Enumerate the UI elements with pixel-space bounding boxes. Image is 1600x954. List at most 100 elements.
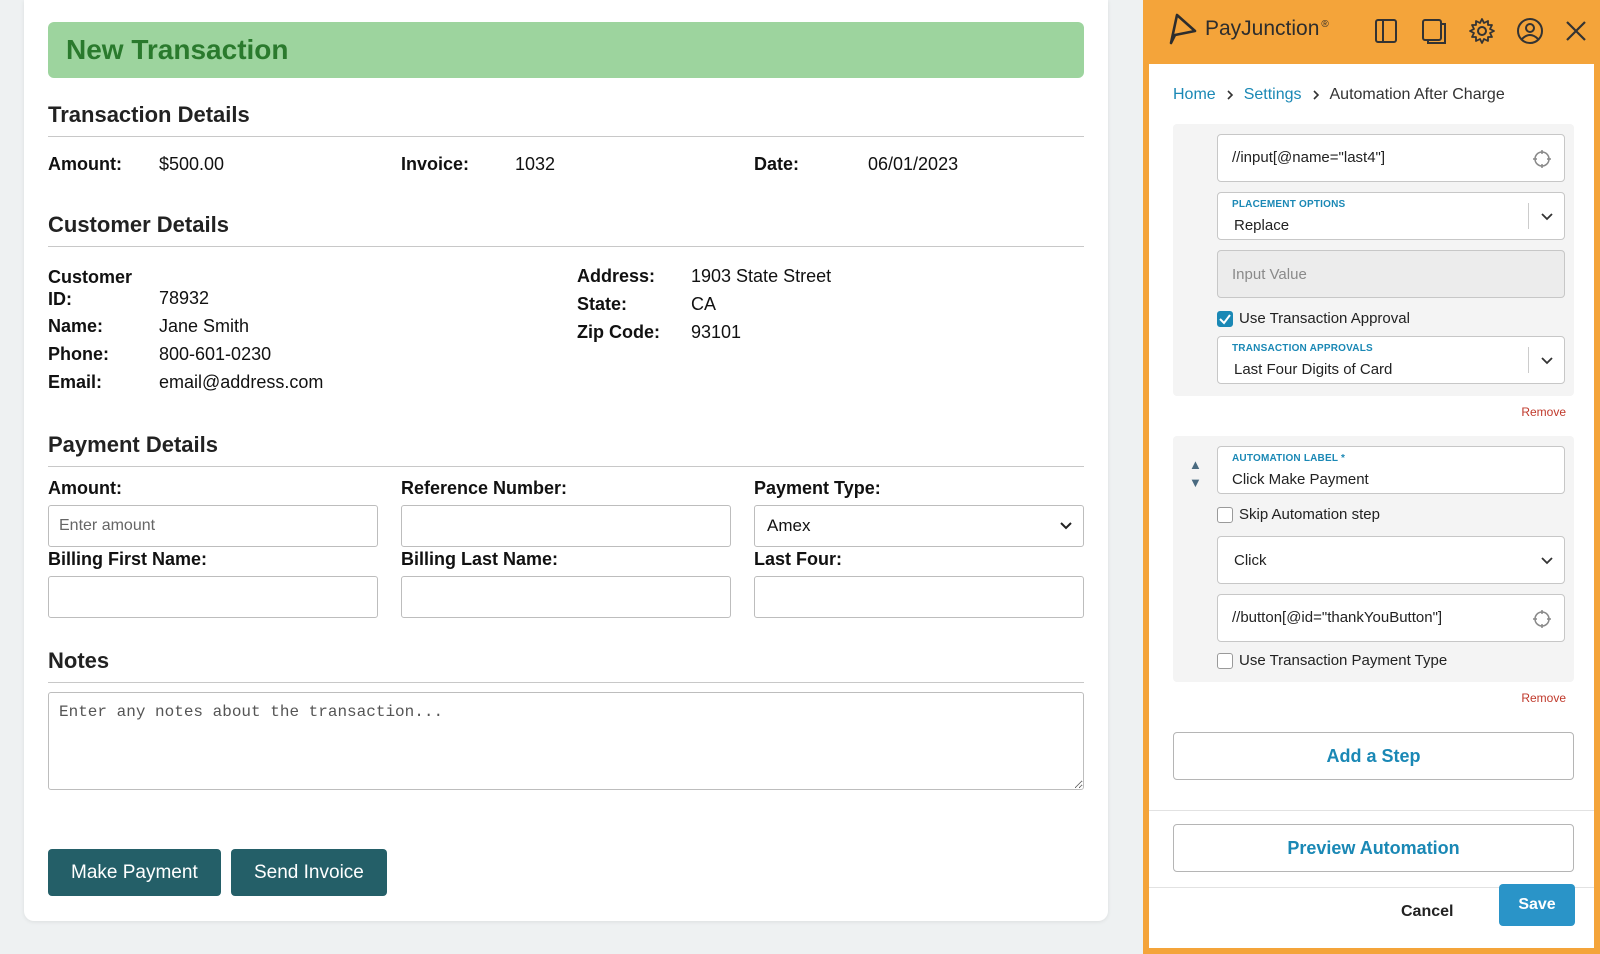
xpath-value: //button[@id="thankYouButton"] (1232, 609, 1443, 626)
automation-step: ▲ ▼ AUTOMATION LABEL * Click Make Paymen… (1173, 436, 1574, 682)
breadcrumb-home[interactable]: Home (1173, 86, 1216, 104)
automation-steps-list: //input[@name="last4"] PLACEMENT OPTIONS… (1149, 124, 1594, 804)
brand-name: PayJunction (1205, 17, 1320, 40)
billing-first-name-label: Billing First Name: (48, 549, 208, 569)
move-up-icon[interactable]: ▲ (1189, 456, 1202, 474)
reference-number-input[interactable] (401, 505, 731, 547)
notes-heading: Notes (48, 648, 1084, 683)
breadcrumb-current: Automation After Charge (1329, 86, 1505, 103)
notes-textarea[interactable] (48, 692, 1084, 790)
user-icon[interactable] (1515, 16, 1545, 46)
chevron-right-icon (1312, 90, 1319, 100)
automation-label-input[interactable]: AUTOMATION LABEL * Click Make Payment (1217, 446, 1565, 494)
brand-logo: PayJunction ® (1165, 11, 1329, 47)
transaction-approvals-value: Last Four Digits of Card (1234, 361, 1393, 378)
transaction-details-heading: Transaction Details (48, 102, 1084, 137)
select-divider (1528, 347, 1529, 373)
page-title: New Transaction (66, 34, 289, 65)
breadcrumb: Home Settings Automation After Charge (1173, 86, 1505, 104)
zip-code-value: 93101 (691, 322, 742, 342)
panel-topbar: PayJunction ® (1149, 0, 1594, 64)
input-value-placeholder: Input Value (1232, 266, 1307, 283)
send-invoice-button[interactable]: Send Invoice (231, 849, 387, 896)
popout-icon[interactable] (1419, 16, 1449, 46)
input-value-field[interactable]: Input Value (1217, 250, 1565, 298)
xpath-input[interactable]: //button[@id="thankYouButton"] (1217, 594, 1565, 642)
skip-automation-toggle[interactable]: Skip Automation step (1217, 506, 1380, 523)
address-label: Address: (577, 266, 656, 286)
payment-details-heading: Payment Details (48, 432, 1084, 467)
make-payment-button[interactable]: Make Payment (48, 849, 221, 896)
move-down-icon[interactable]: ▼ (1189, 474, 1202, 492)
email-label: Email: (48, 372, 103, 392)
automation-label-value: Click Make Payment (1232, 471, 1369, 488)
name-label: Name: (48, 316, 104, 336)
last-four-label: Last Four: (754, 549, 842, 569)
remove-step-link[interactable]: Remove (1521, 405, 1566, 419)
last-four-input[interactable] (754, 576, 1084, 618)
use-payment-type-label: Use Transaction Payment Type (1239, 652, 1448, 669)
preview-automation-button[interactable]: Preview Automation (1173, 824, 1574, 872)
transaction-approvals-select[interactable]: TRANSACTION APPROVALS Last Four Digits o… (1217, 336, 1565, 384)
payment-amount-input[interactable] (48, 505, 378, 547)
payment-type-select[interactable]: Amex (754, 505, 1084, 547)
invoice-label: Invoice: (401, 154, 470, 174)
xpath-input[interactable]: //input[@name="last4"] (1217, 134, 1565, 182)
cancel-button[interactable]: Cancel (1401, 903, 1453, 921)
close-icon[interactable] (1561, 16, 1591, 46)
billing-last-name-label: Billing Last Name: (401, 549, 559, 569)
placement-options-select[interactable]: PLACEMENT OPTIONS Replace (1217, 192, 1565, 240)
billing-first-name-input[interactable] (48, 576, 378, 618)
remove-step-link[interactable]: Remove (1521, 691, 1566, 705)
automation-panel: PayJunction ® Home Settings Automation Af… (1143, 0, 1600, 954)
use-transaction-approval-toggle[interactable]: Use Transaction Approval (1217, 310, 1410, 327)
date-value: 06/01/2023 (868, 154, 959, 174)
email-value: email@address.com (159, 372, 324, 392)
chevron-down-icon (1541, 213, 1553, 221)
chevron-down-icon (1541, 357, 1553, 365)
reorder-arrows: ▲ ▼ (1189, 456, 1202, 492)
payment-type-label: Payment Type: (754, 478, 881, 498)
zip-code-label: Zip Code: (577, 322, 660, 342)
skip-automation-label: Skip Automation step (1239, 506, 1380, 523)
checkbox-unchecked-icon[interactable] (1217, 506, 1233, 523)
address-value: 1903 State Street (691, 266, 832, 286)
save-button[interactable]: Save (1499, 884, 1575, 926)
date-label: Date: (754, 154, 800, 174)
xpath-value: //input[@name="last4"] (1232, 149, 1386, 166)
billing-last-name-input[interactable] (401, 576, 731, 618)
chevron-right-icon (1227, 90, 1233, 100)
action-value: Click (1234, 552, 1267, 569)
reference-number-label: Reference Number: (401, 478, 568, 498)
brand-trademark: ® (1321, 18, 1329, 30)
transaction-form-card: New Transaction Transaction Details Amou… (24, 0, 1108, 921)
customer-id-value: 78932 (159, 288, 210, 308)
split-view-icon[interactable] (1371, 16, 1401, 46)
automation-step: //input[@name="last4"] PLACEMENT OPTIONS… (1173, 124, 1574, 396)
crosshair-icon[interactable] (1532, 149, 1552, 169)
select-divider (1528, 203, 1529, 229)
breadcrumb-settings[interactable]: Settings (1244, 86, 1302, 104)
placement-options-label: PLACEMENT OPTIONS (1232, 199, 1346, 210)
checkbox-unchecked-icon[interactable] (1217, 652, 1233, 669)
panel-divider (1149, 810, 1594, 811)
crosshair-icon[interactable] (1532, 609, 1552, 629)
checkbox-checked-icon[interactable] (1217, 310, 1233, 327)
payjunction-logo-icon (1169, 13, 1197, 45)
gear-icon[interactable] (1467, 16, 1497, 46)
phone-label: Phone: (48, 344, 109, 364)
automation-label-caption: AUTOMATION LABEL * (1232, 453, 1346, 464)
name-value: Jane Smith (159, 316, 250, 336)
chevron-down-icon (1060, 522, 1072, 530)
amount-value: $500.00 (159, 154, 225, 174)
use-payment-type-toggle[interactable]: Use Transaction Payment Type (1217, 652, 1447, 669)
amount-label: Amount: (48, 154, 122, 174)
state-label: State: (577, 294, 628, 314)
payment-type-value: Amex (767, 516, 811, 535)
invoice-value: 1032 (515, 154, 556, 174)
use-transaction-approval-label: Use Transaction Approval (1239, 310, 1410, 327)
chevron-down-icon (1541, 557, 1553, 565)
customer-details-heading: Customer Details (48, 212, 1084, 247)
action-select[interactable]: Click (1217, 536, 1565, 584)
add-step-button[interactable]: Add a Step (1173, 732, 1574, 780)
